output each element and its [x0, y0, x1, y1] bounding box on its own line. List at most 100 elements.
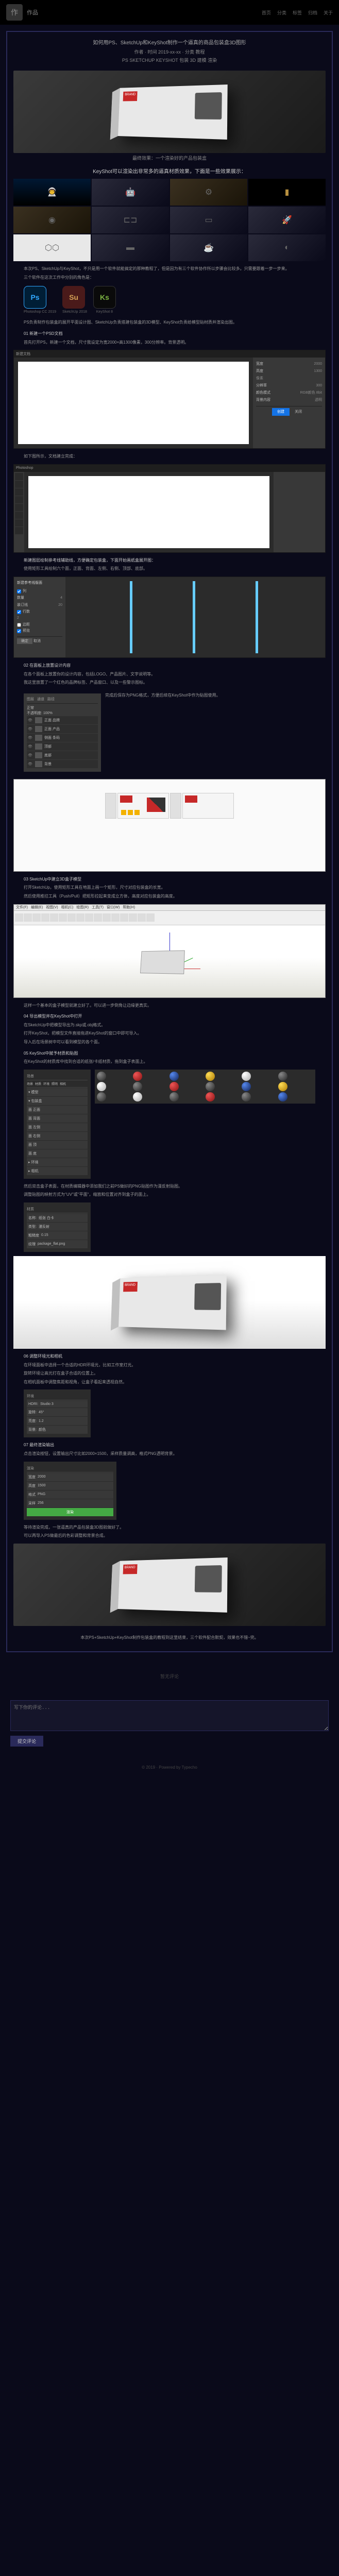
visibility-icon[interactable]: 👁: [28, 762, 33, 766]
ks-env-panel[interactable]: 环境 HDRI:Studio 3 旋转:45° 亮度:1.2 背景:颜色: [24, 1389, 91, 1437]
create-button[interactable]: 创建: [272, 408, 290, 416]
ps-panels[interactable]: [274, 472, 325, 552]
tree-item[interactable]: 面 右侧: [27, 1132, 88, 1140]
tree-item[interactable]: ▸ 相机: [27, 1167, 88, 1175]
guide-col-val[interactable]: 4: [60, 595, 62, 601]
layer-row[interactable]: 👁底部: [27, 751, 98, 759]
mat-ball[interactable]: [170, 1072, 179, 1081]
val-width[interactable]: 2000: [314, 361, 322, 367]
mat-ball[interactable]: [170, 1092, 179, 1101]
mat-tex-val[interactable]: package_flat.png: [38, 1242, 65, 1246]
submit-comment-button[interactable]: 提交评论: [10, 1736, 43, 1747]
ks-scene-panel[interactable]: 场景 场景 材质 环境 照明 相机 ▾ 模型 ▾ 包装盒 面 正面 面 背面 面…: [24, 1070, 91, 1179]
su-menu-file[interactable]: 文件(F): [16, 905, 28, 910]
layers-tabs[interactable]: 图层 通道 路径: [27, 697, 98, 704]
mat-type-val[interactable]: 漫反射: [39, 1224, 49, 1229]
ps-toolbar[interactable]: [14, 472, 24, 552]
su-menu-help[interactable]: 帮助(H): [123, 905, 135, 910]
mat-ball[interactable]: [133, 1072, 142, 1081]
mat-ball[interactable]: [242, 1092, 251, 1101]
mat-ball[interactable]: [206, 1072, 215, 1081]
mat-ball[interactable]: [242, 1072, 251, 1081]
render-fmt-val[interactable]: PNG: [38, 1493, 45, 1496]
tree-item[interactable]: 面 正面: [27, 1106, 88, 1114]
tree-item[interactable]: 面 底: [27, 1149, 88, 1158]
tab-layers[interactable]: 图层: [27, 697, 34, 702]
tree-item[interactable]: ▾ 模型: [27, 1088, 88, 1096]
opacity-label[interactable]: 不透明度: 100%: [27, 711, 53, 715]
ks-tab-mat[interactable]: 材质: [35, 1081, 41, 1086]
layer-row[interactable]: 👁正面 品牌: [27, 716, 98, 724]
guide-col-check[interactable]: 列: [17, 588, 62, 595]
mat-ball[interactable]: [278, 1072, 287, 1081]
mat-ball[interactable]: [278, 1082, 287, 1091]
visibility-icon[interactable]: 👁: [28, 744, 33, 749]
mat-ball[interactable]: [170, 1082, 179, 1091]
mat-ball[interactable]: [97, 1092, 106, 1101]
env-bright-val[interactable]: 1.2: [39, 1419, 44, 1423]
su-menu-win[interactable]: 窗口(W): [107, 905, 120, 910]
su-menu-draw[interactable]: 绘图(R): [76, 905, 89, 910]
su-menu-cam[interactable]: 相机(C): [61, 905, 74, 910]
comment-input[interactable]: [10, 1700, 329, 1731]
tab-paths[interactable]: 路径: [47, 697, 55, 702]
tree-item[interactable]: 面 左侧: [27, 1123, 88, 1131]
guide-row-check[interactable]: 行数: [17, 609, 62, 615]
mat-rough-val[interactable]: 0.15: [41, 1233, 48, 1237]
ps-canvas[interactable]: [28, 476, 269, 548]
render-button[interactable]: 渲染: [27, 1508, 113, 1516]
su-box-model[interactable]: [140, 950, 185, 974]
layer-row[interactable]: 👁正面 产品: [27, 725, 98, 733]
nav-about[interactable]: 关于: [324, 9, 333, 16]
env-rot-val[interactable]: 45°: [39, 1411, 44, 1414]
mat-ball[interactable]: [278, 1092, 287, 1101]
nav-home[interactable]: 首页: [262, 9, 271, 16]
blend-mode[interactable]: 正常: [27, 706, 34, 710]
ks-material-panel[interactable]: 材质 名称:纸张 白卡 类型:漫反射 粗糙度0.15 纹理package_fla…: [24, 1202, 91, 1252]
mat-ball[interactable]: [133, 1082, 142, 1091]
su-menu-tools[interactable]: 工具(T): [92, 905, 104, 910]
env-hdri-val[interactable]: Studio 3: [40, 1402, 54, 1406]
ks-material-library[interactable]: [95, 1070, 315, 1104]
guide-ok[interactable]: 确定: [17, 638, 32, 644]
ps-layers-panel[interactable]: 图层 通道 路径 正常 不透明度: 100% 👁正面 品牌 👁正面 产品 👁侧面…: [24, 693, 101, 772]
layer-row[interactable]: 👁顶部: [27, 742, 98, 751]
nav-cat[interactable]: 分类: [277, 9, 286, 16]
render-h-val[interactable]: 1500: [38, 1484, 46, 1487]
tree-item[interactable]: 面 背面: [27, 1114, 88, 1123]
val-mode[interactable]: RGB颜色 8bit: [300, 390, 322, 396]
guide-preview-check[interactable]: 预览: [17, 628, 62, 634]
ks-tabs[interactable]: 场景 材质 环境 照明 相机: [27, 1080, 88, 1088]
val-bg[interactable]: 透明: [315, 397, 322, 403]
guide-mar-check[interactable]: 边距: [17, 622, 62, 628]
val-height[interactable]: 1300: [314, 368, 322, 375]
mat-ball[interactable]: [206, 1082, 215, 1091]
su-viewport[interactable]: [14, 925, 325, 997]
visibility-icon[interactable]: 👁: [28, 718, 33, 722]
visibility-icon[interactable]: 👁: [28, 727, 33, 731]
guide-row-val[interactable]: 2: [17, 615, 19, 621]
mat-ball[interactable]: [206, 1092, 215, 1101]
su-menubar[interactable]: 文件(F) 编辑(E) 视图(V) 相机(C) 绘图(R) 工具(T) 窗口(W…: [14, 905, 325, 911]
mat-ball[interactable]: [97, 1072, 106, 1081]
guide-gut-val[interactable]: 20: [58, 602, 62, 608]
render-w-val[interactable]: 2000: [38, 1475, 46, 1479]
ks-tab-scene[interactable]: 场景: [27, 1081, 33, 1086]
close-button[interactable]: 关闭: [291, 408, 306, 416]
nav-tag[interactable]: 标签: [293, 9, 302, 16]
tree-item[interactable]: 面 顶: [27, 1141, 88, 1149]
render-samp-val[interactable]: 256: [38, 1501, 44, 1505]
tree-item[interactable]: ▸ 环境: [27, 1158, 88, 1166]
ks-tab-env[interactable]: 环境: [43, 1081, 49, 1086]
su-toolbar[interactable]: [14, 911, 325, 925]
site-logo[interactable]: 作: [6, 4, 23, 21]
guide-cancel[interactable]: 取消: [33, 639, 41, 643]
env-bg-val[interactable]: 颜色: [39, 1427, 46, 1432]
layer-row[interactable]: 👁侧面 条码: [27, 734, 98, 742]
ks-tab-cam[interactable]: 相机: [60, 1081, 66, 1086]
ps-guided-canvas[interactable]: [70, 581, 321, 653]
mat-ball[interactable]: [242, 1082, 251, 1091]
layer-row[interactable]: 👁背景: [27, 760, 98, 768]
ps-menubar[interactable]: Photoshop: [14, 465, 325, 472]
visibility-icon[interactable]: 👁: [28, 736, 33, 740]
